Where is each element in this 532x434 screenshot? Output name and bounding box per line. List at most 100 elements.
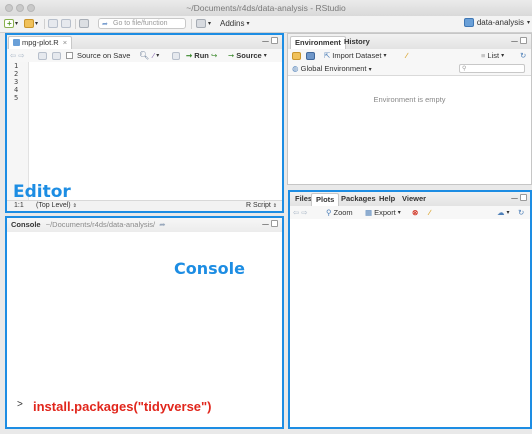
save-icon: [52, 51, 61, 60]
refresh-environment-button[interactable]: ↻: [520, 50, 526, 61]
r-project-icon: [463, 18, 474, 27]
source-on-save-checkbox[interactable]: Source on Save: [66, 50, 130, 61]
maximize-pane-icon[interactable]: [520, 194, 527, 201]
console-tab[interactable]: Console: [11, 220, 41, 229]
editor-tab[interactable]: mpg-plot.R ×: [8, 36, 73, 49]
run-button[interactable]: ➞ Run: [186, 50, 209, 61]
save-icon: [61, 19, 71, 28]
refresh-icon: ↻: [518, 208, 525, 217]
minimize-pane-icon[interactable]: [511, 37, 518, 42]
rerun-button[interactable]: ↪: [211, 50, 217, 61]
source-button[interactable]: ➞ Source ▾: [228, 50, 267, 61]
minimize-pane-icon[interactable]: [511, 194, 518, 199]
line-number: 2: [14, 70, 19, 78]
print-icon: [79, 19, 89, 28]
line-number: 4: [14, 86, 19, 94]
export-button[interactable]: ▦ Export ▾: [365, 207, 401, 218]
file-type-selector[interactable]: R Script ⇕: [246, 202, 277, 209]
back-arrow-icon: ⇦: [10, 51, 17, 60]
find-replace-button[interactable]: 🔍︎: [139, 50, 149, 61]
editor-tabbar: mpg-plot.R ×: [6, 34, 283, 50]
view-mode-dropdown[interactable]: ≡ List ▾: [481, 50, 504, 61]
r-file-icon: [13, 39, 20, 46]
maximize-pane-icon[interactable]: [520, 37, 527, 44]
search-icon: ⚲: [462, 66, 467, 72]
new-file-button[interactable]: + ▾: [4, 18, 18, 29]
open-file-icon: [48, 19, 58, 28]
tab-viewer[interactable]: Viewer: [398, 193, 430, 206]
line-number: 3: [14, 78, 19, 86]
tab-history[interactable]: History: [340, 36, 374, 49]
close-tab-icon[interactable]: ×: [63, 38, 67, 47]
chevron-down-icon: ▾: [506, 210, 510, 216]
clear-plots-button[interactable]: ∕: [429, 207, 430, 218]
chevron-down-icon: ▾: [263, 53, 267, 59]
chevron-down-icon: ▾: [368, 67, 372, 73]
arrow-right-icon: ➦: [102, 21, 108, 28]
code-tools-button[interactable]: ⁄ ▾: [153, 50, 159, 61]
project-menu[interactable]: data-analysis ▾: [463, 18, 530, 27]
open-file-button[interactable]: [48, 18, 58, 29]
console-path: ~/Documents/r4ds/data-analysis/: [45, 220, 156, 229]
chevron-down-icon: ▾: [397, 210, 401, 216]
wand-icon: ⁄: [153, 51, 155, 60]
broom-icon: ∕: [429, 208, 431, 217]
environment-scope-bar: ◍ Global Environment ▾ ⚲: [288, 62, 531, 76]
save-button[interactable]: [61, 18, 71, 29]
code-area[interactable]: [29, 62, 283, 201]
addins-menu[interactable]: Addins ▾: [220, 18, 249, 29]
search-icon: 🔍︎: [139, 51, 150, 60]
maximize-pane-icon[interactable]: [271, 220, 278, 227]
goto-file-input[interactable]: ➦ Go to file/function: [98, 18, 186, 29]
editor-save-button[interactable]: [52, 50, 61, 61]
window-icon: [38, 51, 47, 60]
back-forward-buttons[interactable]: ⇦ ⇨: [10, 50, 25, 61]
export-icon: ▦: [365, 208, 373, 217]
line-number: 5: [14, 94, 19, 102]
scope-selector[interactable]: (Top Level) ⇕: [36, 202, 77, 209]
clear-workspace-button[interactable]: ∕: [406, 50, 407, 61]
tab-environment[interactable]: Environment: [290, 36, 346, 49]
zoom-icon: ⚲: [326, 208, 332, 217]
environment-tabbar: Environment History: [288, 34, 531, 50]
print-button[interactable]: [79, 18, 89, 29]
maximize-pane-icon[interactable]: [271, 37, 278, 44]
save-workspace-button[interactable]: [306, 50, 315, 61]
console-command: install.packages("tidyverse"): [33, 399, 212, 414]
editor-toolbar: ⇦ ⇨ Source on Save 🔍︎ ⁄ ▾ ➞ Run ↪ ➞ Source ▾: [6, 49, 283, 63]
tab-packages[interactable]: Packages: [337, 193, 380, 206]
minimize-pane-icon[interactable]: [262, 37, 269, 42]
cursor-position: 1:1: [14, 202, 24, 209]
show-in-window-button[interactable]: [38, 50, 47, 61]
main-toolbar: + ▾ ▾ ➦ Go to file/function ▾ Addins ▾ d…: [0, 16, 532, 33]
go-to-directory-icon[interactable]: ➦: [159, 220, 165, 229]
publish-button[interactable]: ☁ ▾: [497, 207, 510, 218]
editor-window-controls: [262, 37, 278, 44]
line-number-gutter: 1 2 3 4 5: [6, 62, 29, 201]
updown-icon: ⇕: [272, 203, 277, 209]
zoom-button[interactable]: ⚲ Zoom: [326, 207, 353, 218]
minimize-pane-icon[interactable]: [262, 220, 269, 225]
files-tabbar: Files Plots Packages Help Viewer: [289, 191, 531, 207]
console-pane: Console ~/Documents/r4ds/data-analysis/ …: [5, 216, 284, 429]
import-dataset-button[interactable]: ⇱ Import Dataset ▾: [324, 50, 387, 61]
console-window-controls: [262, 220, 278, 227]
remove-plot-button[interactable]: ⊗: [412, 207, 418, 218]
new-project-button[interactable]: ▾: [24, 18, 38, 29]
workspace-panes-button[interactable]: ▾: [196, 18, 211, 29]
refresh-icon: ↻: [520, 51, 527, 60]
environment-window-controls: [511, 37, 527, 44]
compile-report-button[interactable]: [172, 50, 180, 61]
chevron-down-icon: ▾: [156, 53, 160, 59]
tab-help[interactable]: Help: [375, 193, 399, 206]
plot-nav-buttons[interactable]: ⇦ ⇨: [293, 207, 308, 218]
tab-plots[interactable]: Plots: [311, 193, 340, 206]
chevron-down-icon: ▾: [383, 53, 387, 59]
title-bar: ~/Documents/r4ds/data-analysis - RStudio: [0, 0, 532, 17]
refresh-plots-button[interactable]: ↻: [518, 207, 524, 218]
load-workspace-button[interactable]: [292, 50, 301, 61]
folder-open-icon: [292, 51, 301, 60]
scope-dropdown[interactable]: ◍ Global Environment ▾: [292, 64, 372, 73]
chevron-down-icon: ▾: [15, 21, 19, 27]
environment-search-input[interactable]: ⚲: [459, 64, 525, 73]
